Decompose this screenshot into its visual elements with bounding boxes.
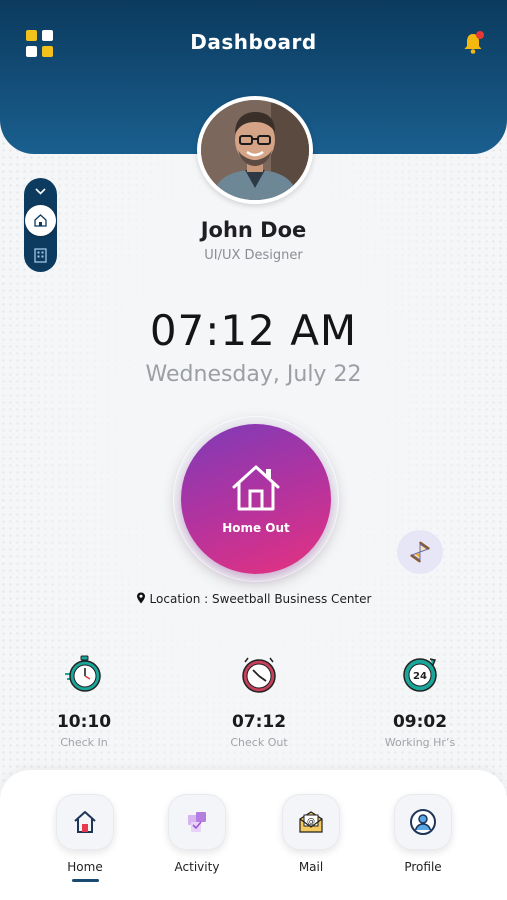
timer-button[interactable]: [397, 530, 443, 574]
home-icon: [74, 811, 96, 833]
stat-check-in: 10:10 Check In: [14, 654, 154, 749]
location-text: Location : Sweetball Business Center: [149, 592, 372, 606]
avatar[interactable]: [197, 96, 313, 204]
nav-home-label: Home: [67, 860, 103, 874]
current-time: 07:12 AM: [149, 306, 358, 355]
check-out-label: Check Out: [230, 736, 288, 749]
nav-active-indicator: [72, 879, 99, 882]
stat-check-out: 07:12 Check Out: [189, 654, 329, 749]
home-out-label: Home Out: [222, 521, 290, 535]
svg-text:24: 24: [413, 671, 427, 682]
nav-mail-label: Mail: [298, 860, 324, 874]
current-date: Wednesday, July 22: [145, 362, 362, 387]
house-icon: [232, 465, 280, 511]
bottom-nav: Home Activity @ Mail Profile: [0, 770, 507, 900]
map-pin-icon: [136, 592, 145, 604]
clock-icon: [242, 657, 276, 693]
working-hours-value: 09:02: [392, 712, 448, 732]
check-in-value: 10:10: [56, 712, 112, 732]
stopwatch-icon: [65, 655, 101, 692]
hourglass-icon: [410, 541, 430, 563]
profile-icon: [410, 809, 436, 835]
stat-working-hours: 24 09:02 Working Hr’s: [350, 654, 490, 749]
check-in-label: Check In: [60, 736, 108, 749]
home-out-button[interactable]: Home Out: [181, 424, 331, 574]
nav-activity[interactable]: Activity: [152, 794, 242, 874]
nav-activity-label: Activity: [174, 860, 220, 874]
chevron-down-icon[interactable]: [34, 187, 47, 196]
location-row: Location : Sweetball Business Center: [0, 592, 507, 606]
check-out-value: 07:12: [231, 712, 287, 732]
page-title: Dashboard: [190, 30, 317, 54]
mail-icon: @: [299, 811, 323, 833]
nav-mail[interactable]: @ Mail: [266, 794, 356, 874]
24-hours-icon: 24: [403, 658, 437, 692]
working-hours-label: Working Hr’s: [384, 736, 456, 749]
nav-home[interactable]: Home: [40, 794, 130, 874]
user-name: John Doe: [200, 218, 307, 242]
nav-profile[interactable]: Profile: [378, 794, 468, 874]
activity-icon: [188, 812, 206, 832]
user-role: UI/UX Designer: [204, 248, 303, 263]
bell-icon[interactable]: [460, 30, 486, 56]
nav-profile-label: Profile: [404, 860, 442, 874]
svg-text:@: @: [307, 817, 315, 826]
